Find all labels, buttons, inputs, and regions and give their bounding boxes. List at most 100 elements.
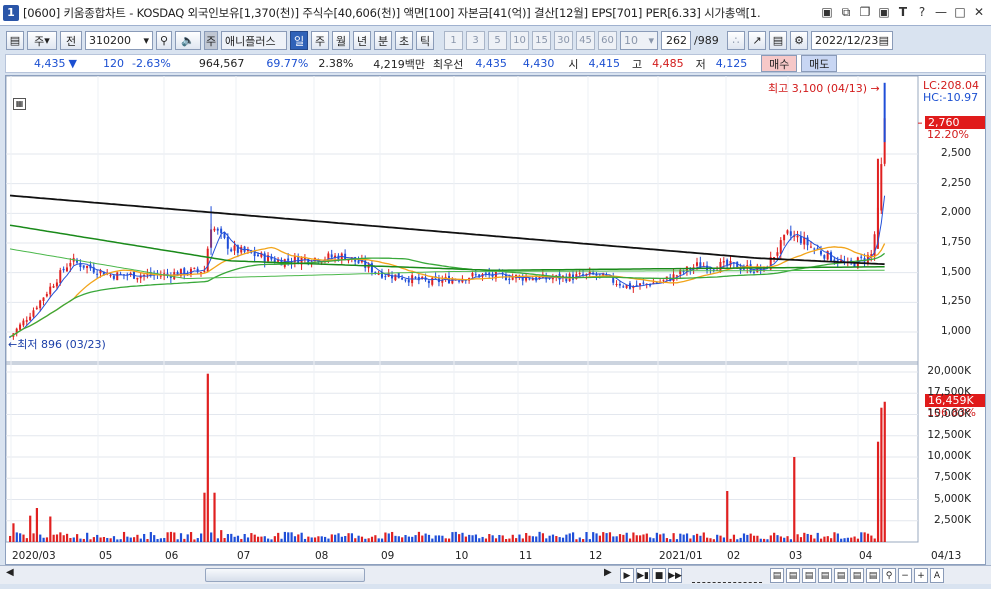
chevron-down-icon[interactable]: ▾ bbox=[143, 34, 149, 47]
period-tab-year[interactable]: 년 bbox=[353, 31, 371, 50]
view-icon-5[interactable]: ▤ bbox=[834, 568, 848, 583]
count-input[interactable]: 262 bbox=[661, 31, 691, 50]
window-link-icon[interactable]: ⧉ bbox=[838, 4, 854, 20]
stop-icon[interactable]: ■ bbox=[652, 568, 666, 583]
sell-button[interactable]: 매도 bbox=[801, 55, 838, 72]
volume-bar bbox=[870, 535, 873, 542]
period-tab-second[interactable]: 초 bbox=[395, 31, 413, 50]
maximize-icon[interactable]: □ bbox=[952, 4, 968, 20]
view-icon-6[interactable]: ▤ bbox=[850, 568, 864, 583]
chart-area[interactable]: ▦ 최고 3,100 (04/13) → ←최저 896 (03/23) LC:… bbox=[5, 75, 986, 565]
volume-bar bbox=[595, 533, 598, 542]
candle-body bbox=[471, 273, 474, 277]
scroll-left-icon[interactable]: ◀ bbox=[6, 567, 14, 578]
candle-body bbox=[82, 265, 85, 268]
scroll-right-icon[interactable]: ▶ bbox=[604, 567, 612, 578]
interval-10[interactable]: 10 bbox=[510, 31, 529, 50]
volume-bar bbox=[92, 537, 95, 542]
interval-15[interactable]: 15 bbox=[532, 31, 551, 50]
stock-badge: 주 bbox=[204, 31, 218, 50]
calendar-icon[interactable]: ▤ bbox=[879, 34, 889, 47]
scroll-thumb[interactable] bbox=[205, 568, 365, 582]
volume-bar bbox=[35, 508, 39, 542]
volume-bar bbox=[42, 537, 45, 542]
settings-grid-icon[interactable]: ∴ bbox=[727, 31, 745, 50]
buy-button[interactable]: 매수 bbox=[761, 55, 798, 72]
volume-bar bbox=[796, 534, 799, 542]
zoom-slider[interactable] bbox=[692, 568, 762, 583]
font-icon[interactable]: T bbox=[895, 4, 911, 20]
view-icon-3[interactable]: ▤ bbox=[802, 568, 816, 583]
zoom-in-icon[interactable]: + bbox=[914, 568, 928, 583]
volume-bar bbox=[793, 457, 796, 542]
save-icon[interactable]: ▤ bbox=[769, 31, 787, 50]
close-icon[interactable]: ✕ bbox=[971, 4, 987, 20]
minimize-icon[interactable]: — bbox=[933, 4, 949, 20]
interval-45[interactable]: 45 bbox=[576, 31, 595, 50]
play-icon[interactable]: ▶ bbox=[620, 568, 634, 583]
zoom-out-icon[interactable]: − bbox=[898, 568, 912, 583]
interval-60[interactable]: 60 bbox=[598, 31, 617, 50]
candle-body bbox=[69, 262, 72, 267]
quote-change: 120 bbox=[102, 57, 124, 70]
period-tab-minute[interactable]: 분 bbox=[374, 31, 392, 50]
window-lock-icon[interactable]: ▣ bbox=[876, 4, 892, 20]
volume-bar bbox=[434, 535, 437, 542]
volume-bar bbox=[340, 536, 343, 542]
draw-line-icon[interactable]: ↗ bbox=[748, 31, 766, 50]
gear-icon[interactable]: ⚙ bbox=[790, 31, 808, 50]
layout-icon[interactable]: ▤ bbox=[6, 31, 24, 50]
volume-bar bbox=[72, 537, 75, 542]
volume-bar bbox=[665, 538, 669, 542]
step-forward-icon[interactable]: ▶▮ bbox=[636, 568, 650, 583]
window-copy-icon[interactable]: ❐ bbox=[857, 4, 873, 20]
volume-bar bbox=[511, 534, 514, 542]
volume-bar bbox=[317, 536, 320, 542]
interval-1[interactable]: 1 bbox=[444, 31, 463, 50]
volume-bar bbox=[236, 535, 240, 542]
period-tab-week[interactable]: 주 bbox=[311, 31, 329, 50]
view-icon-7[interactable]: ▤ bbox=[866, 568, 880, 583]
chart-scrollbar[interactable]: ◀ ▶ ▶ ▶▮ ■ ▶▶ ▤ ▤ ▤ ▤ ▤ ▤ ▤ ⚲ − + A bbox=[0, 565, 991, 584]
volume-bar bbox=[830, 538, 833, 542]
view-icon-4[interactable]: ▤ bbox=[818, 568, 832, 583]
stock-chart-svg[interactable] bbox=[6, 76, 985, 564]
x-axis-label: 10 bbox=[455, 550, 469, 562]
fast-forward-icon[interactable]: ▶▶ bbox=[668, 568, 682, 583]
volume-bar bbox=[876, 441, 880, 542]
font-size-icon[interactable]: A bbox=[930, 568, 944, 583]
period-tab-day[interactable]: 일 bbox=[290, 31, 308, 50]
volume-bar bbox=[789, 539, 793, 542]
sound-icon[interactable]: 🔈 bbox=[175, 31, 201, 50]
candle-body bbox=[615, 284, 618, 286]
period-tab-month[interactable]: 월 bbox=[332, 31, 350, 50]
window-restore-icon[interactable]: ▣ bbox=[819, 4, 835, 20]
volume-bar bbox=[840, 538, 843, 542]
volume-bar bbox=[49, 516, 52, 542]
interval-5[interactable]: 5 bbox=[488, 31, 507, 50]
volume-bar bbox=[689, 538, 692, 542]
volume-bar bbox=[297, 534, 300, 542]
view-icon-2[interactable]: ▤ bbox=[786, 568, 800, 583]
date-input[interactable]: 2022/12/23 ▤ bbox=[811, 31, 893, 50]
volume-bar bbox=[119, 539, 122, 542]
volume-bar bbox=[531, 536, 534, 542]
help-icon[interactable]: ? bbox=[914, 4, 930, 20]
candle-body bbox=[431, 277, 434, 285]
view-icon-1[interactable]: ▤ bbox=[770, 568, 784, 583]
stock-code-input[interactable]: 310200 ▾ bbox=[85, 31, 153, 50]
prev-button[interactable]: 전 bbox=[60, 31, 82, 50]
volume-bar bbox=[176, 539, 179, 542]
interval-select[interactable]: 10 ▾ bbox=[620, 31, 658, 50]
period-tab-tick[interactable]: 틱 bbox=[416, 31, 434, 50]
window-number[interactable]: 1 bbox=[3, 4, 19, 21]
search-icon[interactable]: ⚲ bbox=[156, 31, 172, 50]
chart-menu-icon[interactable]: ▦ bbox=[13, 98, 26, 110]
quote-turnover: 2.38% bbox=[318, 57, 354, 70]
interval-3[interactable]: 3 bbox=[466, 31, 485, 50]
zoom-reset-icon[interactable]: ⚲ bbox=[882, 568, 896, 583]
market-select[interactable]: 주 ▾ bbox=[27, 31, 57, 50]
candle-body bbox=[639, 283, 642, 286]
volume-bar bbox=[159, 538, 163, 542]
interval-30[interactable]: 30 bbox=[554, 31, 573, 50]
